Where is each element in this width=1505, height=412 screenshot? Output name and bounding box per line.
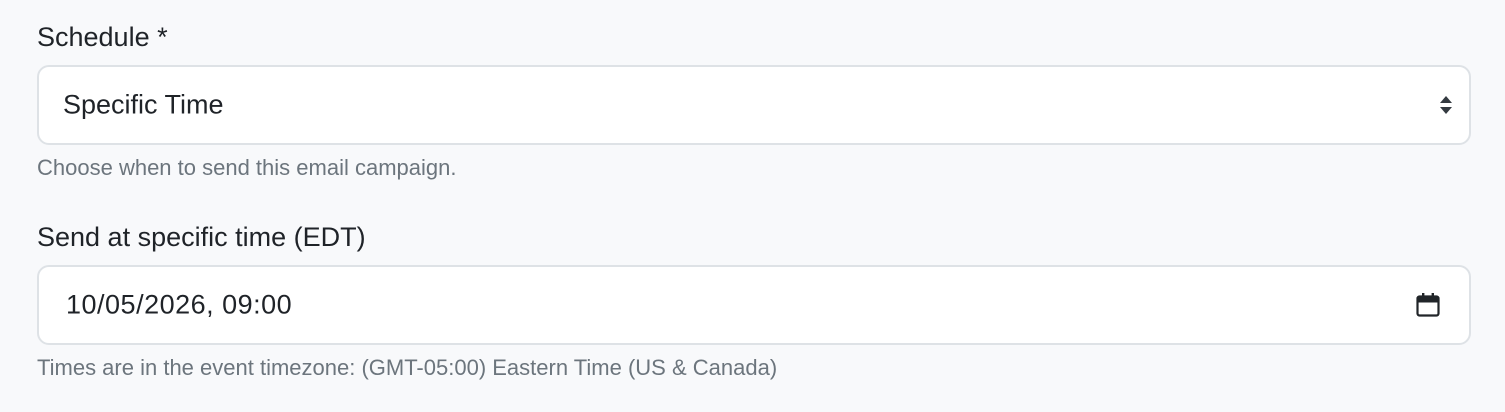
schedule-form: Schedule * Specific Time Choose when to … xyxy=(0,0,1505,412)
send-time-input[interactable]: 10/05/2026, 09:00 xyxy=(37,265,1471,345)
schedule-select[interactable]: Specific Time xyxy=(37,65,1471,145)
select-arrows-icon xyxy=(1440,96,1452,114)
schedule-help-text: Choose when to send this email campaign. xyxy=(37,155,457,180)
schedule-label: Schedule * xyxy=(37,22,168,52)
send-time-value: 10/05/2026, 09:00 xyxy=(66,289,293,320)
calendar-icon[interactable] xyxy=(1415,292,1441,318)
schedule-selected-value: Specific Time xyxy=(63,89,224,120)
send-time-help-text: Times are in the event timezone: (GMT-05… xyxy=(37,355,778,380)
send-time-label: Send at specific time (EDT) xyxy=(37,222,366,252)
